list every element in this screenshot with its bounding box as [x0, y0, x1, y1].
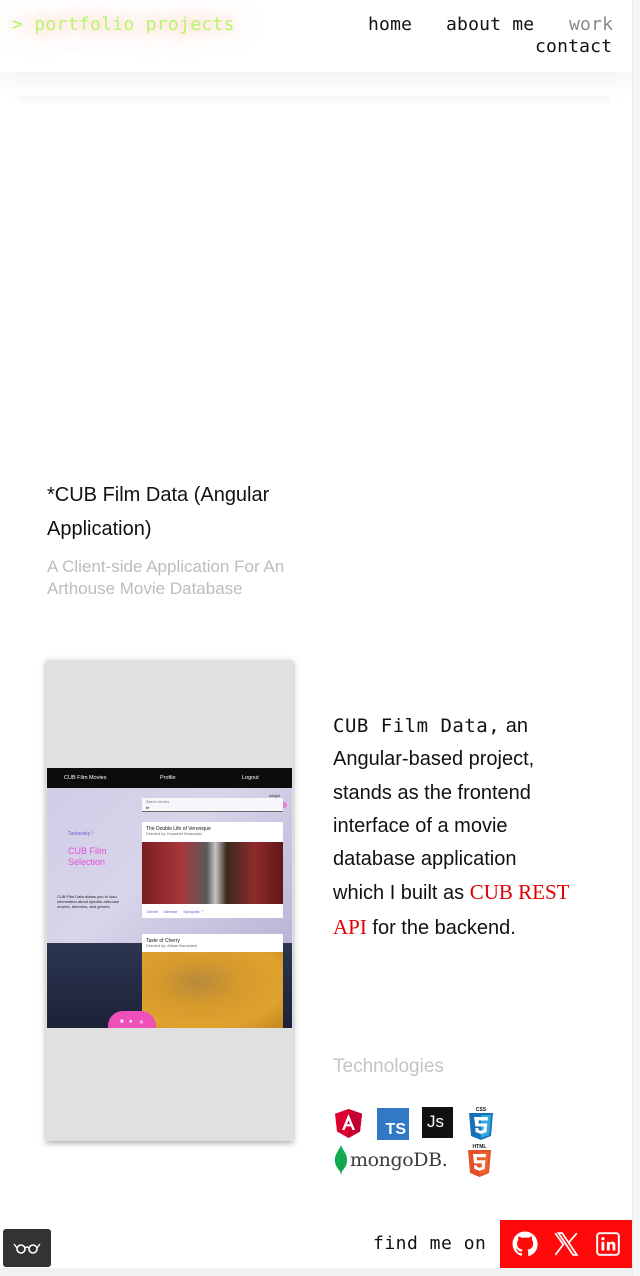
app-movie-poster — [142, 842, 283, 904]
project-title: *CUB Film Data (Angular Application) — [47, 484, 270, 540]
app-link-genre: Genre — [147, 909, 159, 914]
description-text: an Angular-based project, stands as the … — [333, 715, 535, 905]
linkedin-icon[interactable] — [595, 1231, 621, 1257]
app-movie-card: The Double Life of Veronique Directed by… — [142, 822, 283, 918]
project-code-name: CUB Film Data, — [333, 715, 501, 737]
technologies-label: Technologies — [333, 1056, 444, 1077]
typescript-text: TS — [385, 1121, 406, 1138]
mongodb-logo: mongoDB. — [333, 1145, 453, 1175]
app-link-director: Director — [163, 909, 178, 914]
app-nav-movies: CUB Film Movies — [64, 775, 107, 781]
github-icon[interactable] — [512, 1231, 538, 1257]
social-links — [500, 1220, 632, 1268]
html-text: HTML — [473, 1144, 487, 1150]
nav-home[interactable]: home — [368, 14, 412, 35]
app-movie-director: Directed by: Krzysztof Kieslowski — [146, 832, 202, 836]
header-divider — [20, 96, 610, 106]
site-header: > portfolio projects home about me work … — [0, 0, 632, 72]
nav-work[interactable]: work — [569, 14, 613, 35]
css3-icon: CSS — [468, 1106, 494, 1140]
app-search-value: te — [146, 805, 150, 810]
find-me-label: find me on — [373, 1233, 487, 1254]
project-description: CUB Film Data, an Angular-based project,… — [333, 710, 573, 945]
reader-mode-button[interactable] — [3, 1229, 51, 1267]
app-nav-profile: Profile — [160, 775, 176, 781]
description-text: for the backend. — [366, 916, 516, 939]
app-movie-links: Genre Director Synopsis ♡ — [147, 909, 204, 914]
app-hero-desc: CUB Film Data allows you to load informa… — [57, 894, 120, 909]
app-search-label: Search Movies — [146, 800, 170, 804]
app-screenshot: CUB Film Movies Profile Logout twilight … — [47, 768, 292, 1028]
mongodb-wordmark: mongoDB. — [350, 1149, 448, 1171]
app-search: Search Movies te — [142, 798, 283, 812]
javascript-text: Js — [427, 1112, 444, 1131]
css-text: CSS — [476, 1107, 487, 1113]
app-movie-director: Directed by: Abbas Kiarostami — [146, 944, 197, 948]
site-logo[interactable]: > portfolio projects — [12, 14, 235, 35]
glasses-icon — [13, 1243, 41, 1254]
app-hero-title: CUB Film Selection — [68, 846, 107, 867]
javascript-icon: Js — [422, 1107, 453, 1138]
github-icon: ● — [129, 1019, 133, 1025]
angular-icon — [335, 1109, 362, 1138]
x-icon: ✕ — [139, 1020, 145, 1026]
app-navbar: CUB Film Movies Profile Logout — [47, 768, 292, 788]
nav-contact[interactable]: contact — [535, 36, 612, 57]
project-screenshot-card[interactable]: CUB Film Movies Profile Logout twilight … — [46, 660, 293, 1141]
x-icon[interactable] — [553, 1231, 579, 1257]
heart-icon: ♡ — [200, 909, 205, 914]
mail-icon: ■ — [120, 1019, 124, 1025]
app-social-fab: ■ ● ✕ — [108, 1011, 156, 1028]
app-greeting: Tarkovsky ! — [68, 831, 94, 837]
app-movie-card: Taste of Cherry Directed by: Abbas Kiaro… — [142, 934, 283, 1028]
footer-strip — [0, 1268, 632, 1276]
app-movie-poster — [142, 952, 283, 1028]
typescript-icon: TS — [377, 1108, 409, 1140]
app-link-synopsis: Synopsis — [183, 909, 200, 914]
page-scrollbar[interactable] — [632, 0, 640, 1276]
project-subtitle: A Client-side Application For An Arthous… — [47, 557, 285, 598]
html5-icon: HTML — [467, 1143, 492, 1177]
nav-about[interactable]: about me — [446, 14, 534, 35]
app-nav-logout: Logout — [242, 775, 259, 781]
